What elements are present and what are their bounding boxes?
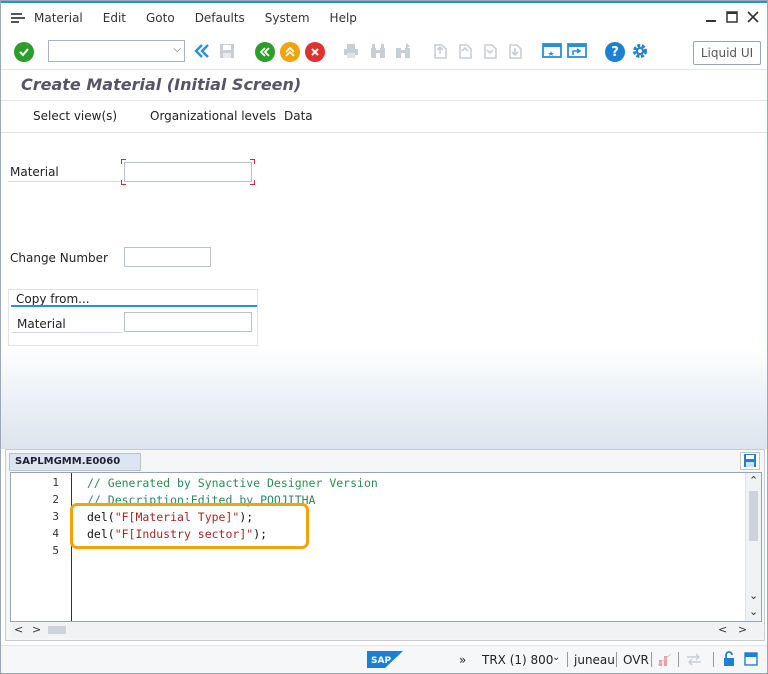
chevron-left-icon[interactable]: <: [14, 623, 23, 636]
group-divider: [11, 305, 257, 307]
code-line-1: // Generated by Synactive Designer Versi…: [87, 476, 378, 490]
layout-icon[interactable]: [744, 652, 758, 666]
chart-icon: [657, 653, 672, 666]
main-content: Material Change Number Copy from... Mate…: [1, 133, 767, 449]
page-title: Create Material (Initial Screen): [21, 75, 302, 94]
chevron-down-icon[interactable]: ⌵: [173, 44, 181, 55]
copy-material-label: Material: [17, 317, 66, 331]
chevron-left-icon[interactable]: <: [718, 623, 727, 636]
previous-page-icon: [459, 44, 472, 59]
double-chevron-left-icon[interactable]: [193, 42, 211, 60]
system-toolbar: ⌵ ? Liquid UI: [1, 33, 767, 69]
command-input[interactable]: [49, 41, 167, 61]
next-page-icon: [484, 44, 497, 59]
maximize-icon[interactable]: [726, 11, 738, 23]
find-icon: [371, 44, 385, 58]
user-name: juneau: [574, 653, 615, 667]
status-separator: [616, 652, 617, 667]
print-icon: [344, 44, 358, 58]
menu-bar: Material Edit Goto Defaults System Help: [1, 1, 767, 33]
menu-system[interactable]: System: [265, 11, 310, 25]
first-page-icon: [434, 44, 447, 59]
exit-icon[interactable]: [280, 42, 300, 62]
menu-defaults[interactable]: Defaults: [195, 11, 245, 25]
line-number-gutter: 1 2 3 4 5: [11, 473, 71, 621]
copy-material-input[interactable]: [124, 312, 252, 332]
last-page-icon: [509, 44, 522, 59]
create-session-icon[interactable]: [542, 42, 562, 60]
status-bar: SAP » TRX (1) 800 ⌄ juneau OVR: [1, 645, 767, 673]
chevron-down-icon[interactable]: ⌄: [552, 652, 560, 663]
menu-help[interactable]: Help: [330, 11, 357, 25]
required-field-marker: [121, 159, 255, 185]
copy-from-title: Copy from...: [16, 292, 90, 306]
help-icon[interactable]: ?: [605, 42, 625, 62]
shortcut-icon[interactable]: [567, 42, 587, 60]
menu-edit[interactable]: Edit: [103, 11, 126, 25]
change-number-label: Change Number: [10, 251, 108, 265]
editor-tab[interactable]: SAPLMGMM.E0060: [9, 453, 141, 471]
editor-save-button[interactable]: [740, 452, 760, 470]
menu-material[interactable]: Material: [34, 11, 83, 25]
line-number: 3: [52, 510, 59, 523]
chevron-right-icon[interactable]: >: [738, 623, 747, 636]
transfer-icon: [687, 653, 701, 666]
back-icon[interactable]: [255, 42, 275, 62]
chevron-down-icon[interactable]: ⌄: [749, 589, 758, 602]
liquid-ui-button[interactable]: Liquid UI: [693, 41, 761, 65]
sap-logo-icon: SAP: [367, 651, 403, 668]
status-separator: [678, 652, 679, 667]
insert-mode[interactable]: OVR: [623, 653, 649, 667]
menu-icon[interactable]: [11, 12, 25, 24]
line-number: 1: [52, 476, 59, 489]
close-window-icon[interactable]: [747, 11, 759, 23]
organizational-levels-button[interactable]: Organizational levels: [150, 109, 276, 123]
line-number: 4: [52, 527, 59, 540]
copy-from-group: Copy from... Material: [8, 289, 258, 346]
application-toolbar: Select view(s) Organizational levels Dat…: [1, 101, 767, 133]
save-icon: [220, 44, 234, 58]
select-views-button[interactable]: Select view(s): [33, 109, 117, 123]
data-button[interactable]: Data: [284, 109, 313, 123]
line-number: 5: [52, 544, 59, 557]
chevron-right-icon[interactable]: >: [32, 623, 41, 636]
chevron-down-icon[interactable]: ⌄: [749, 605, 758, 618]
minimize-icon[interactable]: [705, 11, 717, 23]
status-expand-icon[interactable]: »: [459, 653, 466, 667]
save-icon: [744, 454, 756, 467]
status-separator: [651, 652, 652, 667]
vertical-scrollbar[interactable]: ⌃ ⌄ ⌄: [745, 473, 761, 621]
system-info[interactable]: TRX (1) 800: [482, 653, 553, 667]
unlock-icon[interactable]: [722, 651, 736, 667]
sap-window: Material Edit Goto Defaults System Help …: [0, 0, 768, 674]
title-bar: Create Material (Initial Screen): [1, 69, 767, 101]
menu-goto[interactable]: Goto: [146, 11, 175, 25]
cancel-icon[interactable]: [305, 42, 325, 62]
status-separator: [567, 652, 568, 667]
scroll-thumb[interactable]: [749, 491, 758, 541]
change-number-input[interactable]: [124, 247, 211, 267]
scroll-thumb[interactable]: [48, 626, 66, 634]
svg-text:SAP: SAP: [371, 656, 391, 666]
line-number: 2: [52, 493, 59, 506]
horizontal-scrollbar[interactable]: < > < >: [10, 622, 762, 638]
find-next-icon: [396, 43, 410, 58]
chevron-up-icon[interactable]: ⌃: [749, 474, 758, 487]
material-label-underline: [8, 181, 122, 182]
command-field[interactable]: ⌵: [48, 40, 185, 62]
status-separator: [713, 652, 714, 667]
copy-material-label-underline: [11, 332, 123, 333]
material-label: Material: [10, 165, 59, 179]
gear-icon[interactable]: [631, 42, 649, 60]
highlight-box: [70, 503, 309, 549]
enter-check-icon[interactable]: [14, 42, 34, 62]
